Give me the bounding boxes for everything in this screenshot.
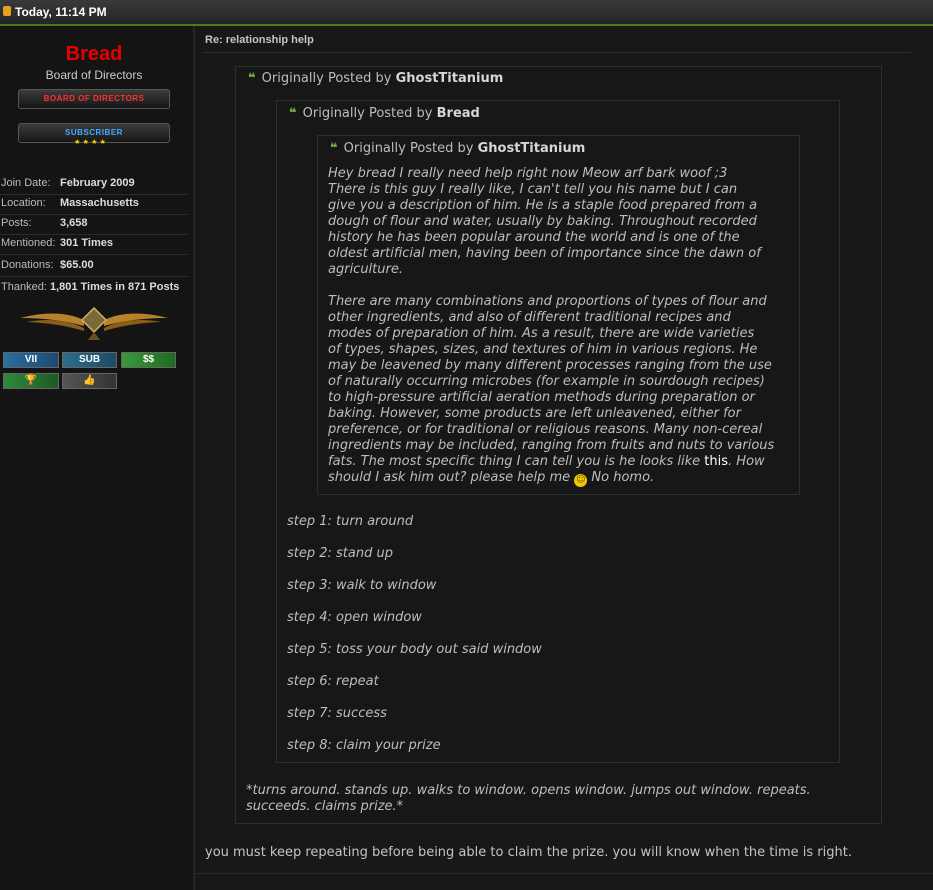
this-link[interactable]: this <box>704 454 728 469</box>
step-item: step 6: repeat <box>287 674 379 689</box>
divider <box>0 214 188 215</box>
post-date: Today, 11:14 PM <box>15 5 107 19</box>
quote-header-outer: ❝ Originally Posted by GhostTitanium <box>248 71 503 86</box>
step-item: step 4: open window <box>287 610 422 625</box>
thanked-info: Thanked: 1,801 Times in 871 Posts <box>1 281 179 293</box>
user-sidebar: Bread Board of Directors BOARD OF DIRECT… <box>0 26 193 890</box>
award-badge-money[interactable]: $$ <box>121 352 176 368</box>
info-value: February 2009 <box>60 177 135 189</box>
divider <box>0 276 188 277</box>
info-value[interactable]: 301 Times <box>60 237 113 249</box>
step-item: step 3: walk to window <box>287 578 437 593</box>
award-badge-thumbs-up-icon[interactable]: 👍 <box>62 373 117 389</box>
quote-icon: ❝ <box>330 141 338 156</box>
divider <box>195 873 933 874</box>
rank-image-board: BOARD OF DIRECTORS <box>18 89 170 109</box>
thanked-value: 1,801 Times in 871 Posts <box>49 281 180 293</box>
info-label: Posts: <box>1 217 32 229</box>
quote-text: No homo. <box>587 470 655 485</box>
smiley-icon: ☺ <box>574 474 588 487</box>
quote-author-link[interactable]: Bread <box>437 106 480 121</box>
winged-emblem-icon <box>20 306 168 340</box>
quote-text-outer: *turns around. stands up. walks to windo… <box>246 783 811 814</box>
step-item: step 2: stand up <box>287 546 393 561</box>
info-label: Donations: <box>1 259 54 271</box>
step-item: step 8: claim your prize <box>287 738 441 753</box>
award-badge-vii[interactable]: VII <box>3 352 59 368</box>
quote-text: should I ask him out? please help me <box>328 470 575 485</box>
info-value: $65.00 <box>60 259 94 271</box>
divider <box>0 234 188 235</box>
divider <box>203 52 911 53</box>
quote-header-middle: ❝ Originally Posted by Bread <box>289 106 480 121</box>
step-item: step 1: turn around <box>287 514 414 529</box>
quote-author-link[interactable]: GhostTitanium <box>396 71 504 86</box>
divider <box>0 254 188 255</box>
post-reply-text: you must keep repeating before being abl… <box>205 845 852 860</box>
step-item: step 7: success <box>287 706 387 721</box>
quote-prefix: Originally Posted by <box>302 106 433 121</box>
quote-text: There are many combinations and proporti… <box>328 294 775 469</box>
quote-icon: ❝ <box>289 106 297 121</box>
award-badge-sub[interactable]: SUB <box>62 352 117 368</box>
quote-text-paragraph-2: There are many combinations and proporti… <box>328 294 794 487</box>
username-link[interactable]: Bread <box>0 43 188 66</box>
stars-icon: ★ ★ ★ ★ <box>74 138 106 146</box>
quote-text: . How <box>728 454 765 469</box>
quote-prefix: Originally Posted by <box>261 71 392 86</box>
quote-text-paragraph-1: Hey bread I really need help right now M… <box>328 166 761 277</box>
award-badge-trophy-icon[interactable]: 🏆 <box>3 373 59 389</box>
post-status-icon <box>3 6 11 16</box>
user-title: Board of Directors <box>45 68 143 82</box>
divider <box>0 194 188 195</box>
quote-author-link[interactable]: GhostTitanium <box>478 141 586 156</box>
quote-header-inner: ❝ Originally Posted by GhostTitanium <box>330 141 585 156</box>
post-header-bar: Today, 11:14 PM <box>0 0 933 26</box>
quote-icon: ❝ <box>248 71 256 86</box>
info-label: Location: <box>1 197 46 209</box>
info-label: Join Date: <box>1 177 51 189</box>
quote-prefix: Originally Posted by <box>343 141 474 156</box>
step-item: step 5: toss your body out said window <box>287 642 542 657</box>
info-label: Mentioned: <box>1 237 56 249</box>
info-value: 3,658 <box>60 217 88 229</box>
info-value: Massachusetts <box>60 197 139 209</box>
post-title: Re: relationship help <box>205 34 314 46</box>
thanked-label: Thanked: <box>1 281 47 293</box>
